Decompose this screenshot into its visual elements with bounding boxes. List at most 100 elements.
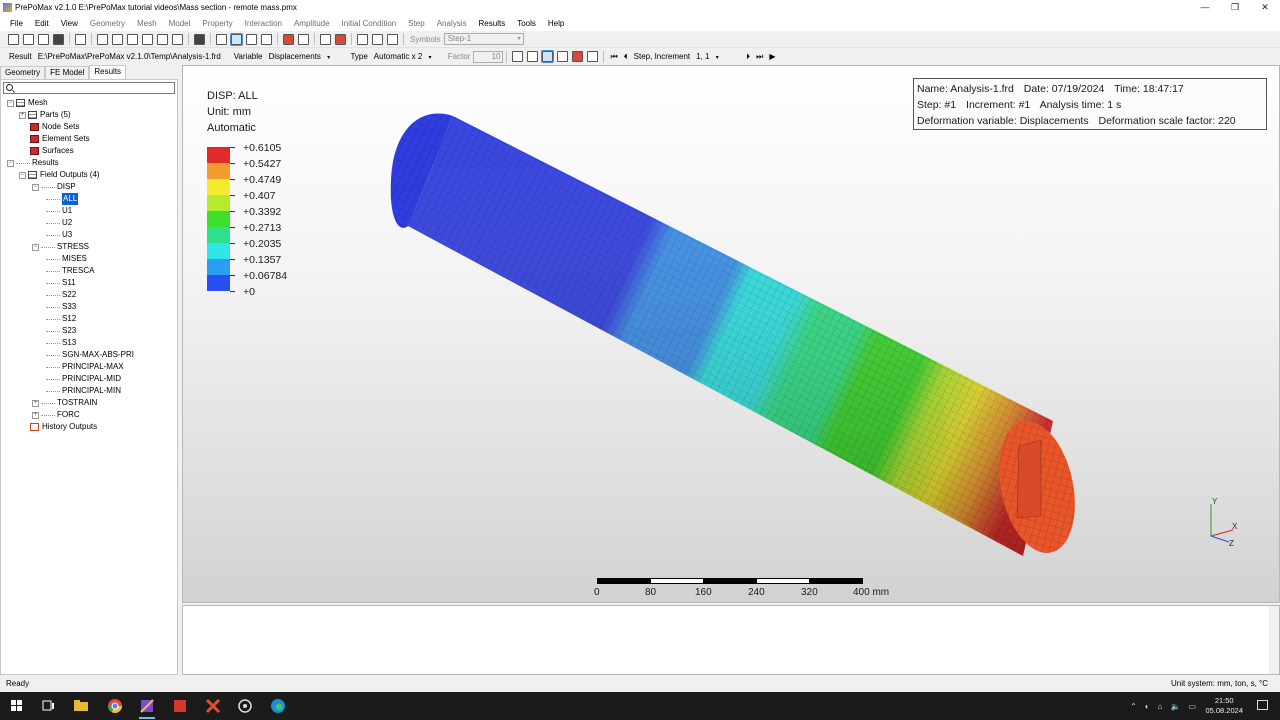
undeformed-icon[interactable] bbox=[512, 51, 524, 62]
expand-icon[interactable]: + bbox=[19, 111, 26, 119]
step-increment-select[interactable]: 1, 1 ▾ bbox=[693, 51, 743, 63]
minimize-button[interactable]: — bbox=[1190, 0, 1220, 15]
hide-icon[interactable] bbox=[372, 33, 383, 45]
tree-item-stress-principal-mid[interactable]: PRINCIPAL-MID bbox=[46, 373, 121, 385]
tree-item-u2[interactable]: U2 bbox=[46, 217, 72, 229]
tree-item-stress-tresca[interactable]: TRESCA bbox=[46, 265, 94, 277]
tree-item-forc[interactable]: + FORC bbox=[32, 409, 80, 421]
previous-increment-icon[interactable]: ⏴ bbox=[624, 52, 628, 62]
collapse-icon[interactable]: − bbox=[19, 171, 26, 179]
menu-initial-condition[interactable]: Initial Condition bbox=[336, 19, 403, 28]
edge-icon[interactable] bbox=[267, 696, 289, 716]
tree-item-stress[interactable]: − STRESS bbox=[32, 241, 89, 253]
animation-icon[interactable] bbox=[572, 51, 584, 62]
tree-item-u1[interactable]: U1 bbox=[46, 205, 72, 217]
deformed-icon[interactable] bbox=[527, 51, 539, 62]
tree-item-results[interactable]: − Results bbox=[7, 157, 59, 169]
app-taskbar-icon[interactable] bbox=[202, 696, 224, 716]
menu-geometry[interactable]: Geometry bbox=[84, 19, 131, 28]
menu-tools[interactable]: Tools bbox=[511, 19, 542, 28]
menu-property[interactable]: Property bbox=[196, 19, 238, 28]
prepomax-taskbar-icon[interactable] bbox=[136, 696, 158, 719]
tab-fe-model[interactable]: FE Model bbox=[45, 66, 90, 79]
tree-item-u3[interactable]: U3 bbox=[46, 229, 72, 241]
factor-input[interactable]: 10 bbox=[473, 50, 504, 63]
view-right-icon[interactable] bbox=[172, 33, 183, 45]
tree-item-stress-s22[interactable]: S22 bbox=[46, 289, 76, 301]
view-top-icon[interactable] bbox=[127, 33, 138, 45]
menu-analysis[interactable]: Analysis bbox=[431, 19, 473, 28]
tray-volume-icon[interactable]: 🔈 bbox=[1170, 702, 1180, 711]
tree-item-stress-s12[interactable]: S12 bbox=[46, 313, 76, 325]
import-icon[interactable] bbox=[38, 33, 49, 45]
collapse-icon[interactable]: − bbox=[7, 159, 14, 167]
tree-item-node-sets[interactable]: Node Sets bbox=[30, 121, 79, 133]
open-file-icon[interactable] bbox=[23, 33, 34, 45]
tree-item-stress-mises[interactable]: MISES bbox=[46, 253, 87, 265]
menu-results[interactable]: Results bbox=[473, 19, 512, 28]
tree-item-parts[interactable]: + Parts (5) bbox=[19, 109, 71, 121]
view-iso-icon[interactable] bbox=[194, 33, 205, 45]
result-file-select[interactable]: E:\PrePoMax\PrePoMax v2.1.0\Temp\Analysi… bbox=[35, 51, 231, 73]
menu-step[interactable]: Step bbox=[402, 19, 430, 28]
menu-file[interactable]: File bbox=[4, 19, 29, 28]
color-contours-icon[interactable] bbox=[541, 50, 555, 63]
collapse-icon[interactable]: − bbox=[32, 183, 39, 191]
view-bottom-icon[interactable] bbox=[142, 33, 153, 45]
tree-item-history-outputs[interactable]: History Outputs bbox=[30, 421, 97, 433]
settings-app-icon[interactable] bbox=[234, 696, 256, 716]
tree-item-tostrain[interactable]: + TOSTRAIN bbox=[32, 397, 97, 409]
system-clock[interactable]: 21:50 05.08.2024 bbox=[1205, 696, 1243, 716]
shaded-icon[interactable] bbox=[246, 33, 257, 45]
explode-view-icon[interactable] bbox=[283, 33, 294, 45]
output-scrollbar[interactable] bbox=[1269, 606, 1279, 674]
type-select[interactable]: Automatic x 2 ▾ bbox=[371, 51, 445, 63]
view-front-icon[interactable] bbox=[97, 33, 108, 45]
notification-center-icon[interactable] bbox=[1257, 700, 1268, 710]
tree-item-stress-sgn-max-abs-pri[interactable]: SGN-MAX-ABS-PRI bbox=[46, 349, 134, 361]
expand-icon[interactable]: + bbox=[32, 411, 39, 419]
menu-mesh[interactable]: Mesh bbox=[131, 19, 163, 28]
tab-results[interactable]: Results bbox=[89, 65, 127, 79]
contours-icon[interactable] bbox=[557, 51, 569, 62]
tree-item-element-sets[interactable]: Element Sets bbox=[30, 133, 90, 145]
file-explorer-icon[interactable] bbox=[70, 696, 92, 716]
view-left-icon[interactable] bbox=[157, 33, 168, 45]
close-button[interactable]: ✕ bbox=[1250, 0, 1280, 15]
tree-item-stress-s11[interactable]: S11 bbox=[46, 277, 76, 289]
tab-geometry[interactable]: Geometry bbox=[0, 66, 46, 79]
maximize-button[interactable]: ❐ bbox=[1220, 0, 1250, 15]
remove-annotations-icon[interactable] bbox=[335, 33, 346, 45]
last-increment-icon[interactable]: ⏭ bbox=[756, 52, 763, 62]
tree-item-disp[interactable]: − DISP bbox=[32, 181, 76, 193]
collapse-icon[interactable]: − bbox=[7, 99, 14, 107]
chrome-icon[interactable] bbox=[104, 696, 126, 716]
tree-item-stress-s23[interactable]: S23 bbox=[46, 325, 76, 337]
tree-item-surfaces[interactable]: Surfaces bbox=[30, 145, 74, 157]
expand-icon[interactable]: + bbox=[32, 399, 39, 407]
first-increment-icon[interactable]: ⏮ bbox=[610, 52, 617, 62]
new-file-icon[interactable] bbox=[8, 33, 19, 45]
collapse-icon[interactable]: − bbox=[32, 243, 39, 251]
tray-language-icon[interactable]: ▭ bbox=[1188, 702, 1196, 711]
save-icon[interactable] bbox=[53, 33, 64, 45]
tree-item-disp-all[interactable]: ALL bbox=[46, 193, 79, 205]
graphics-viewport[interactable]: DISP: ALL Unit: mm Automatic +0.6105 +0.5… bbox=[182, 65, 1280, 603]
query-icon[interactable] bbox=[320, 33, 331, 45]
settings-icon[interactable] bbox=[587, 51, 599, 62]
show-only-icon[interactable] bbox=[387, 33, 398, 45]
shaded-edges-icon[interactable] bbox=[230, 32, 243, 46]
section-view-icon[interactable] bbox=[261, 33, 272, 45]
next-increment-icon[interactable]: ⏵ bbox=[746, 52, 750, 62]
menu-amplitude[interactable]: Amplitude bbox=[288, 19, 336, 28]
symbols-step-select[interactable]: Step-1 ▾ bbox=[443, 33, 524, 45]
tree-item-stress-principal-max[interactable]: PRINCIPAL-MAX bbox=[46, 361, 124, 373]
zoom-icon[interactable] bbox=[75, 33, 86, 45]
tree-item-stress-s13[interactable]: S13 bbox=[46, 337, 76, 349]
task-view-icon[interactable] bbox=[37, 696, 59, 716]
tray-chevron-up-icon[interactable]: ⌃ bbox=[1130, 702, 1137, 711]
wireframe-icon[interactable] bbox=[216, 33, 227, 45]
tray-app-icon[interactable]: ◐ bbox=[1145, 702, 1150, 711]
tree-item-field-outputs[interactable]: − Field Outputs (4) bbox=[19, 169, 100, 181]
tree-item-stress-principal-min[interactable]: PRINCIPAL-MIN bbox=[46, 385, 121, 397]
